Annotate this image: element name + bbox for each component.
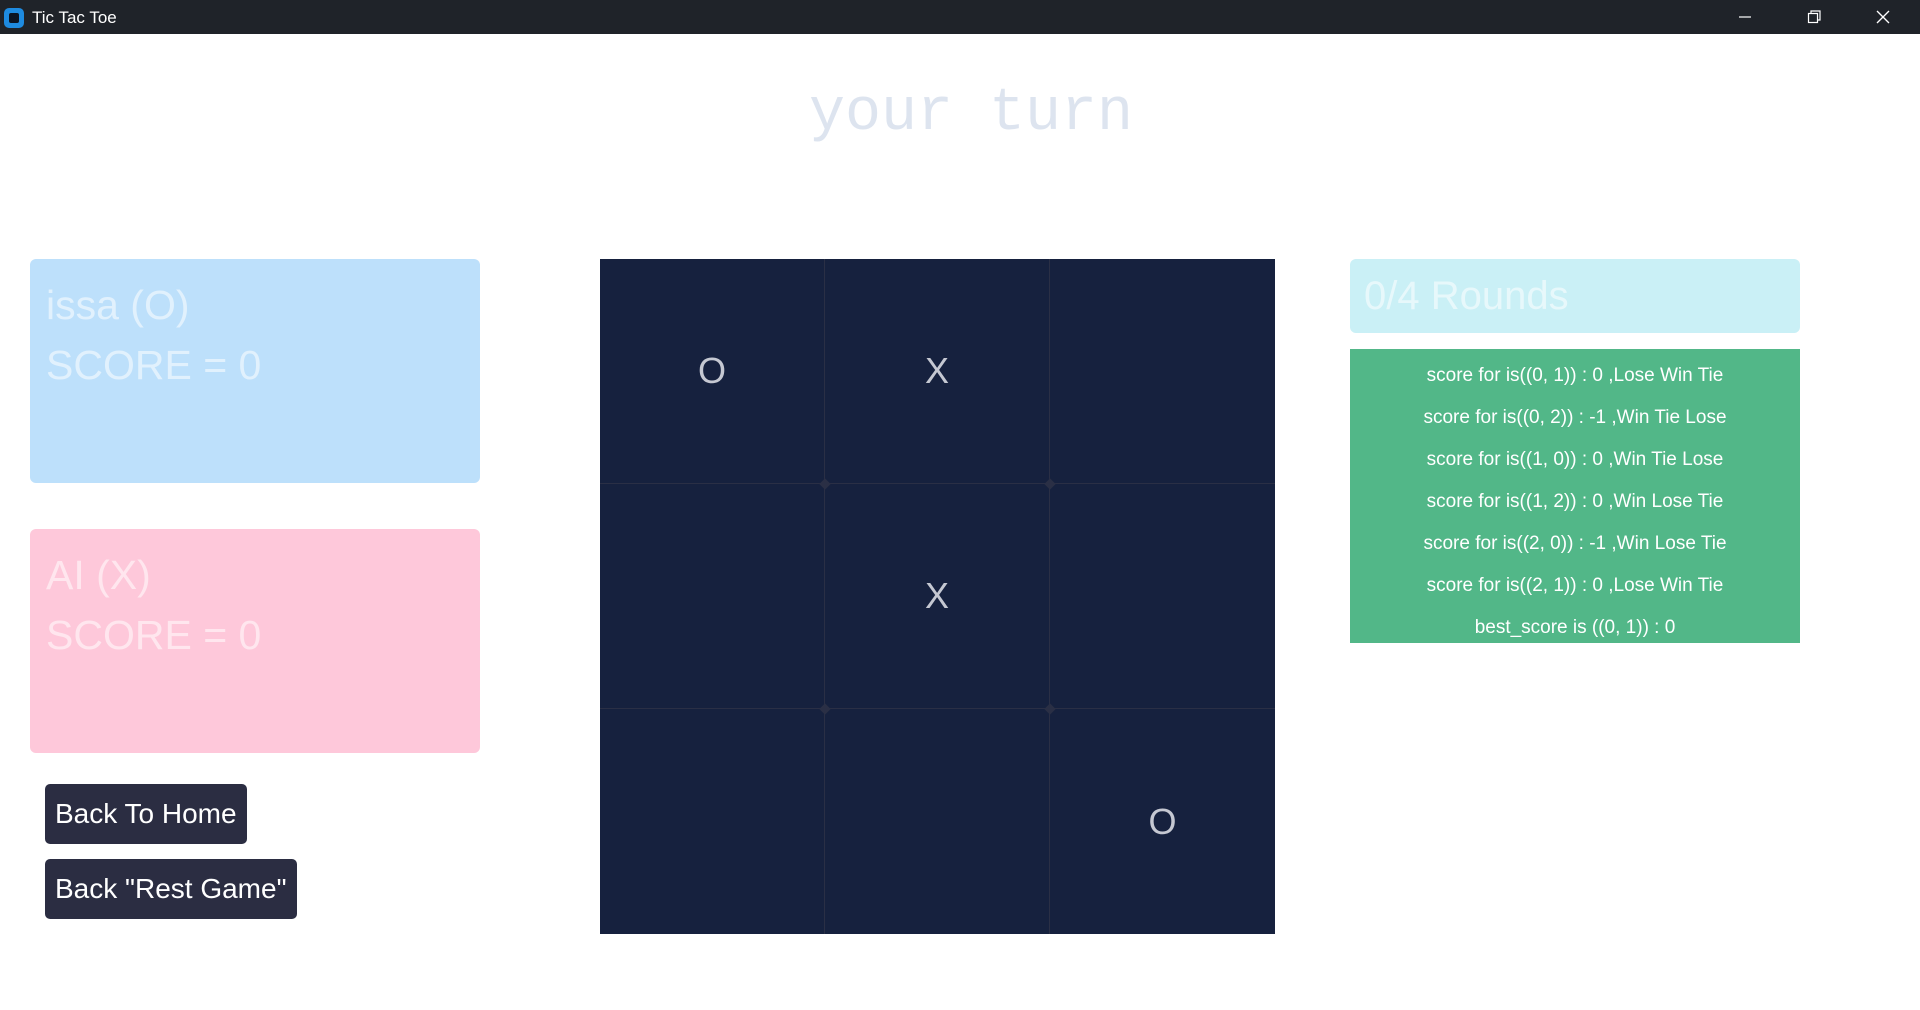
rounds-counter: 0/4 Rounds — [1350, 259, 1800, 333]
restore-icon — [1807, 10, 1821, 24]
title-bar: Tic Tac Toe — [0, 0, 1920, 34]
score-entry: score for is((2, 1)) : 0 ,Lose Win Tie — [1426, 575, 1724, 596]
minimize-icon — [1739, 16, 1751, 18]
board-cell[interactable]: X — [825, 259, 1050, 484]
board-cell[interactable] — [600, 484, 825, 709]
restore-button[interactable] — [1779, 0, 1849, 34]
score-entry: score for is((1, 2)) : 0 ,Win Lose Tie — [1426, 491, 1724, 512]
minimize-button[interactable] — [1710, 0, 1780, 34]
turn-indicator: your turn — [808, 80, 1134, 148]
game-board: O X X O — [600, 259, 1275, 934]
ai-scores-panel: score for is((0, 1)) : 0 ,Lose Win Tie s… — [1350, 349, 1800, 643]
score-entry: score for is((2, 0)) : -1 ,Win Lose Tie — [1423, 533, 1727, 554]
player1-card: issa (O) SCORE = 0 — [30, 259, 480, 483]
player2-score: SCORE = 0 — [46, 612, 262, 658]
app-icon — [4, 8, 24, 28]
score-entry: score for is((0, 1)) : 0 ,Lose Win Tie — [1426, 365, 1724, 386]
board-cell[interactable] — [1050, 259, 1275, 484]
reset-game-button[interactable]: Back "Rest Game" — [45, 859, 297, 919]
close-button[interactable] — [1848, 0, 1918, 34]
window-title: Tic Tac Toe — [32, 8, 117, 27]
board-cell[interactable] — [1050, 484, 1275, 709]
player2-card: AI (X) SCORE = 0 — [30, 529, 480, 753]
close-icon — [1876, 10, 1890, 24]
best-score-entry: best_score is ((0, 1)) : 0 — [1474, 617, 1676, 638]
back-to-home-button[interactable]: Back To Home — [45, 784, 247, 844]
score-entry: score for is((1, 0)) : 0 ,Win Tie Lose — [1426, 449, 1724, 470]
board-cell[interactable] — [600, 709, 825, 934]
board-cell[interactable] — [825, 709, 1050, 934]
player1-name: issa (O) — [46, 282, 190, 328]
board-cell[interactable]: O — [1050, 709, 1275, 934]
board-cell[interactable]: O — [600, 259, 825, 484]
score-entry: score for is((0, 2)) : -1 ,Win Tie Lose — [1423, 407, 1727, 428]
board-cell[interactable]: X — [825, 484, 1050, 709]
player2-name: AI (X) — [46, 552, 151, 598]
player1-score: SCORE = 0 — [46, 342, 262, 388]
